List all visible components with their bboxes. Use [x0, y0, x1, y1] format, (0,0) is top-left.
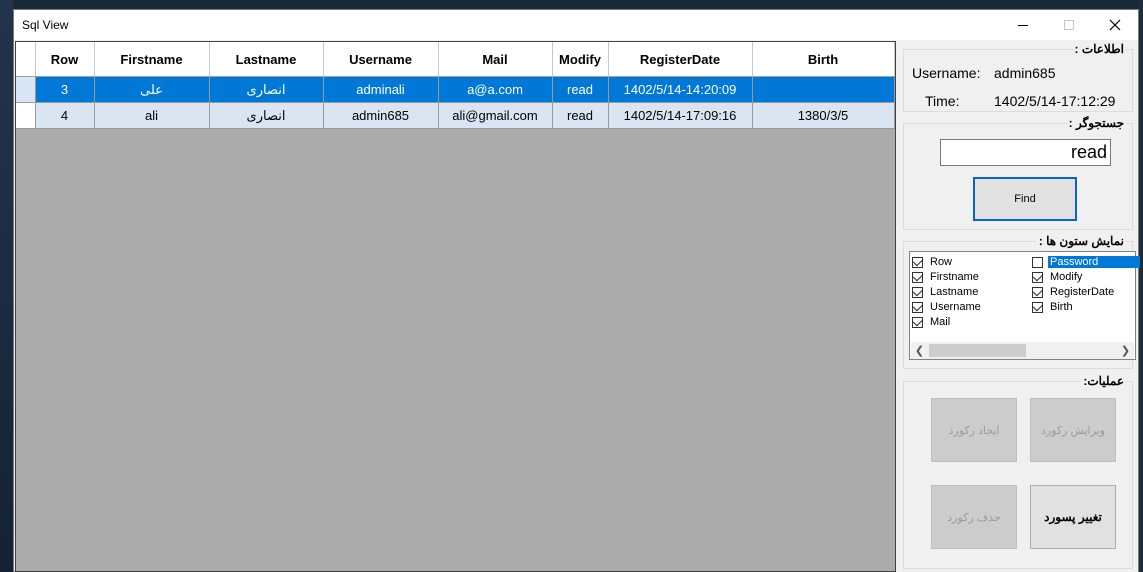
cell-modify[interactable]: read — [552, 102, 609, 129]
checkbox-checked-icon — [912, 286, 923, 298]
cell-firstname[interactable]: ali — [94, 102, 210, 129]
cell-mail[interactable]: ali@gmail.com — [438, 102, 553, 129]
checkbox-mail[interactable]: Mail — [912, 315, 952, 329]
checkbox-unchecked-icon — [1032, 256, 1043, 268]
title-bar[interactable]: Sql View — [14, 10, 1138, 40]
time-label: Time: — [925, 93, 960, 109]
grid-table: Row Firstname Lastname Username Mail Mod… — [16, 42, 895, 129]
checkbox-password[interactable]: Password — [1032, 255, 1140, 269]
operations-group-title: عملیات: — [1081, 374, 1126, 388]
column-header-username[interactable]: Username — [323, 42, 439, 77]
checkbox-username[interactable]: Username — [912, 300, 983, 314]
column-header-firstname[interactable]: Firstname — [94, 42, 210, 77]
cell-birth[interactable]: 1380/3/5 — [752, 102, 895, 129]
scrollbar-thumb[interactable] — [929, 344, 1026, 357]
info-group-title: اطلاعات : — [1072, 42, 1126, 56]
close-icon — [1109, 19, 1121, 31]
scroll-right-icon[interactable]: ❯ — [1117, 342, 1134, 359]
scroll-left-icon[interactable]: ❮ — [911, 342, 928, 359]
row-header[interactable] — [16, 76, 36, 103]
minimize-button[interactable] — [1000, 10, 1046, 40]
checkbox-checked-icon — [912, 301, 923, 313]
desktop-background — [0, 0, 1143, 9]
maximize-button[interactable] — [1046, 10, 1092, 40]
table-row[interactable]: 3 علی انصاری adminali a@a.com read 1402/… — [16, 76, 895, 103]
desktop-background-right — [1139, 0, 1143, 572]
search-group: جستجوگر : Find — [903, 116, 1133, 230]
cell-username[interactable]: adminali — [323, 76, 439, 103]
close-button[interactable] — [1092, 10, 1138, 40]
cell-mail[interactable]: a@a.com — [438, 76, 553, 103]
cell-birth[interactable] — [752, 76, 895, 103]
horizontal-scrollbar[interactable]: ❮ ❯ — [911, 342, 1134, 359]
window-title: Sql View — [22, 18, 69, 32]
column-header-row[interactable]: Row — [35, 42, 95, 77]
desktop-background-left — [0, 0, 13, 572]
sql-view-window: Sql View Row Firstname Lastname Username… — [13, 9, 1140, 572]
info-group: اطلاعات : Username: admin685 Time: 1402/… — [903, 42, 1133, 112]
operations-group: عملیات: ایجاد رکورد ویرایش رکورد حذف رکو… — [903, 374, 1133, 569]
checkbox-birth[interactable]: Birth — [1032, 300, 1075, 314]
checkbox-registerdate[interactable]: RegisterDate — [1032, 285, 1116, 299]
checkbox-lastname[interactable]: Lastname — [912, 285, 980, 299]
checkbox-checked-icon — [1032, 301, 1043, 313]
edit-record-button[interactable]: ویرایش رکورد — [1030, 398, 1116, 462]
checkbox-checked-icon — [912, 316, 923, 328]
columns-group-title: نمایش ستون ها : — [1036, 234, 1126, 248]
side-panel: اطلاعات : Username: admin685 Time: 1402/… — [896, 41, 1140, 572]
search-group-title: جستجوگر : — [1066, 116, 1126, 130]
maximize-icon — [1064, 20, 1074, 30]
cell-registerdate[interactable]: 1402/5/14-17:09:16 — [608, 102, 753, 129]
checkbox-firstname[interactable]: Firstname — [912, 270, 981, 284]
delete-record-button[interactable]: حذف رکورد — [931, 485, 1017, 549]
column-header-modify[interactable]: Modify — [552, 42, 609, 77]
change-password-button[interactable]: تغییر پسورد — [1030, 485, 1116, 549]
column-header-lastname[interactable]: Lastname — [209, 42, 324, 77]
checkbox-row[interactable]: Row — [912, 255, 954, 269]
row-header[interactable] — [16, 102, 36, 129]
cell-row[interactable]: 3 — [35, 76, 95, 103]
checkbox-checked-icon — [912, 271, 923, 283]
cell-registerdate[interactable]: 1402/5/14-14:20:09 — [608, 76, 753, 103]
checkbox-checked-icon — [912, 256, 923, 268]
cell-username[interactable]: admin685 — [323, 102, 439, 129]
columns-group: نمایش ستون ها : Row Firstname Lastname U… — [903, 234, 1140, 369]
data-grid[interactable]: Row Firstname Lastname Username Mail Mod… — [15, 41, 896, 572]
cell-lastname[interactable]: انصاری — [209, 76, 324, 103]
search-input[interactable] — [940, 139, 1111, 166]
create-record-button[interactable]: ایجاد رکورد — [931, 398, 1017, 462]
checkbox-checked-icon — [1032, 271, 1043, 283]
row-header-corner[interactable] — [16, 42, 36, 77]
cell-lastname[interactable]: انصاری — [209, 102, 324, 129]
username-value: admin685 — [994, 65, 1056, 81]
column-header-birth[interactable]: Birth — [752, 42, 895, 77]
cell-row[interactable]: 4 — [35, 102, 95, 129]
username-label: Username: — [912, 65, 981, 81]
checkbox-checked-icon — [1032, 286, 1043, 298]
minimize-icon — [1018, 25, 1028, 26]
cell-modify[interactable]: read — [552, 76, 609, 103]
columns-checklist[interactable]: Row Firstname Lastname Username Mail Pas… — [909, 251, 1140, 360]
cell-firstname[interactable]: علی — [94, 76, 210, 103]
grid-header-row: Row Firstname Lastname Username Mail Mod… — [16, 42, 895, 77]
find-button[interactable]: Find — [973, 177, 1077, 221]
time-value: 1402/5/14-17:12:29 — [994, 93, 1116, 109]
checkbox-modify[interactable]: Modify — [1032, 270, 1084, 284]
column-header-mail[interactable]: Mail — [438, 42, 553, 77]
column-header-registerdate[interactable]: RegisterDate — [608, 42, 753, 77]
table-row[interactable]: 4 ali انصاری admin685 ali@gmail.com read… — [16, 102, 895, 129]
